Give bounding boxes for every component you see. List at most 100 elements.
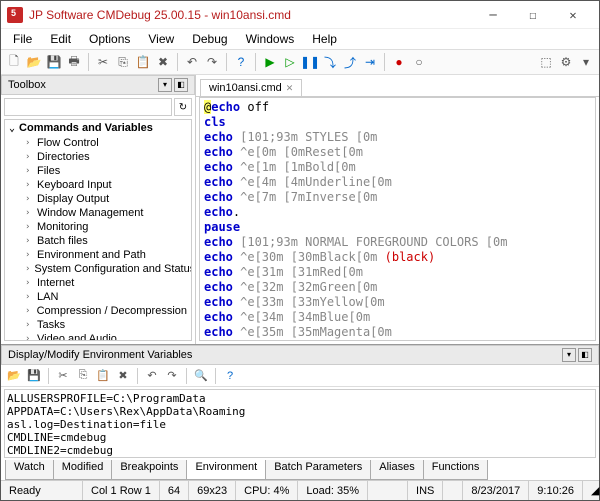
panel-pin-icon[interactable]: ◧ xyxy=(578,348,592,362)
env-find-icon[interactable]: 🔍 xyxy=(192,367,210,385)
tree-item[interactable]: › Flow Control xyxy=(5,136,191,150)
expand-icon[interactable]: › xyxy=(25,236,33,246)
help-icon[interactable]: ? xyxy=(232,53,250,71)
tree-item-label: Internet xyxy=(37,277,74,289)
menu-options[interactable]: Options xyxy=(81,30,138,48)
expand-icon[interactable]: › xyxy=(25,292,33,302)
env-help-icon[interactable]: ? xyxy=(221,367,239,385)
maximize-button[interactable]: ☐ xyxy=(513,1,553,29)
env-tab-watch[interactable]: Watch xyxy=(5,460,54,480)
tree-item[interactable]: ›Tasks xyxy=(5,318,191,332)
copy-icon[interactable]: ⎘ xyxy=(114,53,132,71)
expand-icon[interactable]: › xyxy=(25,180,33,190)
tree-item[interactable]: ›Files xyxy=(5,164,191,178)
tree-item[interactable]: › Internet xyxy=(5,276,191,290)
print-icon[interactable]: 🖶 xyxy=(65,53,83,71)
menu-view[interactable]: View xyxy=(140,30,182,48)
collapse-icon[interactable]: ⌄ xyxy=(9,123,15,134)
env-tab-breakpoints[interactable]: Breakpoints xyxy=(111,460,187,480)
tree-item[interactable]: ›Compression / Decompression xyxy=(5,304,191,318)
expand-icon[interactable]: › xyxy=(25,138,33,148)
resize-grip-icon[interactable]: ◢ xyxy=(583,481,599,500)
expand-icon[interactable]: › xyxy=(25,250,33,260)
menu-help[interactable]: Help xyxy=(304,30,345,48)
window-icon[interactable]: ⬚ xyxy=(537,53,555,71)
panel-pin-icon[interactable]: ◧ xyxy=(174,78,188,92)
tree-item-label: Video and Audio xyxy=(37,333,117,341)
env-tab-functions[interactable]: Functions xyxy=(423,460,489,480)
env-delete-icon[interactable]: ✖ xyxy=(114,367,132,385)
stop-icon[interactable]: ● xyxy=(390,53,408,71)
tab-close-icon[interactable]: ✕ xyxy=(286,83,294,94)
paste-icon[interactable]: 📋 xyxy=(134,53,152,71)
filter-clear-icon[interactable]: ↻ xyxy=(174,98,192,116)
toolbox-filter-input[interactable] xyxy=(4,98,172,116)
tree-item[interactable]: › Directories xyxy=(5,150,191,164)
env-cut-icon[interactable]: ✂ xyxy=(54,367,72,385)
editor-tab[interactable]: win10ansi.cmd ✕ xyxy=(200,79,302,96)
env-tab-aliases[interactable]: Aliases xyxy=(370,460,423,480)
save-icon[interactable]: 💾 xyxy=(45,53,63,71)
panel-menu-icon[interactable]: ▾ xyxy=(562,348,576,362)
env-save-icon[interactable]: 💾 xyxy=(25,367,43,385)
delete-icon[interactable]: ✖ xyxy=(154,53,172,71)
expand-icon[interactable]: › xyxy=(25,152,33,162)
minimize-button[interactable]: ─ xyxy=(473,1,513,29)
expand-icon[interactable]: › xyxy=(25,320,33,330)
status-date: 8/23/2017 xyxy=(463,481,529,500)
tree-item[interactable]: ›Window Management xyxy=(5,206,191,220)
menu-file[interactable]: File xyxy=(5,30,40,48)
tree-item[interactable]: › Video and Audio xyxy=(5,332,191,341)
tree-item[interactable]: ›Keyboard Input xyxy=(5,178,191,192)
status-load: Load: 35% xyxy=(298,481,368,500)
close-button[interactable]: ✕ xyxy=(553,1,593,29)
step-over-icon[interactable]: ⤴ xyxy=(341,53,359,71)
env-paste-icon[interactable]: 📋 xyxy=(94,367,112,385)
env-tab-batch-parameters[interactable]: Batch Parameters xyxy=(265,460,371,480)
menu-debug[interactable]: Debug xyxy=(184,30,235,48)
expand-icon[interactable]: › xyxy=(25,334,33,341)
code-editor[interactable]: @echo offclsecho [101;93m STYLES [0mecho… xyxy=(199,97,596,341)
tree-item-label: Flow Control xyxy=(37,137,99,149)
env-content[interactable]: ALLUSERSPROFILE=C:\ProgramData APPDATA=C… xyxy=(4,389,596,458)
panel-menu-icon[interactable]: ▾ xyxy=(158,78,172,92)
env-open-icon[interactable]: 📂 xyxy=(5,367,23,385)
settings-icon[interactable]: ⚙ xyxy=(557,53,575,71)
step-into-icon[interactable]: ⤵ xyxy=(321,53,339,71)
dropdown-icon[interactable]: ▾ xyxy=(577,53,595,71)
expand-icon[interactable]: › xyxy=(25,264,30,274)
tree-item[interactable]: ›Monitoring xyxy=(5,220,191,234)
step-out-icon[interactable]: ⇥ xyxy=(361,53,379,71)
status-time: 9:10:26 xyxy=(529,481,583,500)
run-icon[interactable]: ▶ xyxy=(261,53,279,71)
new-icon[interactable]: 🗋 xyxy=(5,53,23,71)
expand-icon[interactable]: › xyxy=(25,208,33,218)
tree-item[interactable]: ›LAN xyxy=(5,290,191,304)
tree-item[interactable]: ›Environment and Path xyxy=(5,248,191,262)
tree-item[interactable]: ›System Configuration and Status xyxy=(5,262,191,276)
env-tab-environment[interactable]: Environment xyxy=(186,460,266,480)
tree-item[interactable]: ›Batch files xyxy=(5,234,191,248)
env-copy-icon[interactable]: ⎘ xyxy=(74,367,92,385)
env-undo-icon[interactable]: ↶ xyxy=(143,367,161,385)
cut-icon[interactable]: ✂ xyxy=(94,53,112,71)
tree-item[interactable]: ›Display Output xyxy=(5,192,191,206)
redo-icon[interactable]: ↷ xyxy=(203,53,221,71)
expand-icon[interactable]: › xyxy=(25,166,33,176)
env-redo-icon[interactable]: ↷ xyxy=(163,367,181,385)
breakpoint-icon[interactable]: ○ xyxy=(410,53,428,71)
menu-windows[interactable]: Windows xyxy=(238,30,303,48)
toolbox-tree[interactable]: ⌄ Commands and Variables ›Flow Control›D… xyxy=(4,119,192,341)
expand-icon[interactable]: › xyxy=(25,222,33,232)
expand-icon[interactable]: › xyxy=(25,306,33,316)
expand-icon[interactable]: › xyxy=(25,278,33,288)
env-tab-modified[interactable]: Modified xyxy=(53,460,113,480)
menu-edit[interactable]: Edit xyxy=(42,30,79,48)
undo-icon[interactable]: ↶ xyxy=(183,53,201,71)
pause-icon[interactable]: ❚❚ xyxy=(301,53,319,71)
tree-root[interactable]: ⌄ Commands and Variables xyxy=(5,120,191,136)
tree-item-label: Directories xyxy=(37,151,90,163)
expand-icon[interactable]: › xyxy=(25,194,33,204)
run-alt-icon[interactable]: ▷ xyxy=(281,53,299,71)
open-icon[interactable]: 📂 xyxy=(25,53,43,71)
